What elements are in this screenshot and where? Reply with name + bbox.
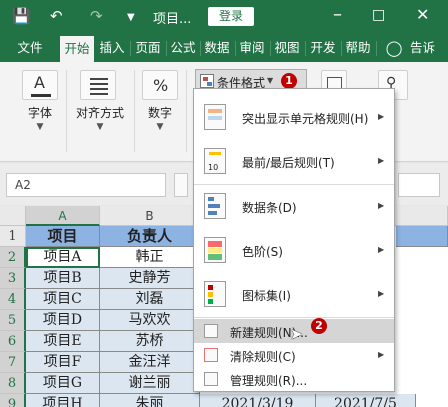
tab-help[interactable]: 帮助	[343, 34, 373, 62]
cell-b6[interactable]: 苏桥	[100, 331, 200, 352]
formula-dots-icon[interactable]	[174, 173, 188, 197]
menu-item-data-bars[interactable]: 数据条(D) ▶	[194, 186, 394, 228]
tab-developer[interactable]: 开发	[307, 34, 339, 62]
submenu-arrow-icon: ▶	[378, 201, 385, 210]
number-group-label: 数字	[147, 106, 172, 120]
tab-file[interactable]: 文件	[12, 34, 48, 62]
tab-home[interactable]: 开始	[60, 34, 94, 62]
cell-b3[interactable]: 史静芳	[100, 268, 200, 289]
font-icon[interactable]: A	[22, 70, 58, 100]
menu-item-color-scales[interactable]: 色阶(S) ▶	[194, 230, 394, 272]
submenu-arrow-icon: ▶	[378, 289, 385, 298]
clear-rules-icon	[204, 348, 218, 362]
save-icon[interactable]: 💾	[12, 7, 31, 25]
row-header-4[interactable]: 4	[0, 289, 26, 310]
manage-rules-icon	[204, 372, 218, 386]
number-caret-icon[interactable]: ▼	[140, 122, 180, 132]
font-caret-icon[interactable]: ▼	[20, 122, 60, 132]
cell-b5[interactable]: 马欢欢	[100, 310, 200, 331]
percent-icon[interactable]: %	[142, 70, 178, 100]
menu-item-manage-rules[interactable]: 管理规则(R)...	[194, 367, 394, 391]
column-header-b[interactable]: B	[100, 206, 200, 226]
row-header-5[interactable]: 5	[0, 310, 26, 331]
conditional-format-icon	[200, 74, 214, 88]
conditional-format-caret-icon: ▼	[267, 76, 274, 85]
tab-formulas[interactable]: 公式	[168, 34, 198, 62]
menu-item-highlight-rules[interactable]: 突出显示单元格规则(H) ▶	[194, 97, 394, 139]
cell-a3[interactable]: 项目B	[26, 268, 100, 289]
align-caret-icon[interactable]: ▼	[70, 122, 130, 132]
title-bar: 💾 ↶ ↷ ▼ 项目... 登录 – □ ✕	[0, 0, 448, 34]
cell-a5[interactable]: 项目D	[26, 310, 100, 331]
tab-data[interactable]: 数据	[202, 34, 232, 62]
menu-item-icon-sets[interactable]: 图标集(I) ▶	[194, 274, 394, 316]
submenu-arrow-icon: ▶	[378, 112, 385, 121]
submenu-arrow-icon: ▶	[378, 245, 385, 254]
maximize-icon[interactable]: □	[372, 7, 385, 23]
undo-icon[interactable]: ↶	[50, 7, 63, 25]
cell-b9[interactable]: 朱丽	[100, 394, 200, 407]
name-box-value: A2	[15, 178, 31, 192]
row-header-3[interactable]: 3	[0, 268, 26, 289]
quick-access-more-icon[interactable]: ▼	[127, 12, 135, 23]
row-header-6[interactable]: 6	[0, 331, 26, 352]
row-header-7[interactable]: 7	[0, 352, 26, 373]
tab-page-layout[interactable]: 页面	[132, 34, 164, 62]
row-header-8[interactable]: 8	[0, 373, 26, 394]
cell-a1[interactable]: 项目	[26, 226, 100, 247]
login-button[interactable]: 登录	[208, 7, 254, 26]
cell-b2[interactable]: 韩正	[100, 247, 200, 268]
row-header-2[interactable]: 2	[0, 247, 26, 268]
column-header-a[interactable]: A	[26, 206, 100, 226]
color-scales-icon	[204, 237, 226, 263]
submenu-arrow-icon: ▶	[378, 350, 385, 359]
cell-a2[interactable]: 项目A	[26, 247, 100, 268]
cell-a7[interactable]: 项目F	[26, 352, 100, 373]
cell-a4[interactable]: 项目C	[26, 289, 100, 310]
formula-input[interactable]	[398, 173, 440, 197]
icon-sets-icon	[204, 281, 226, 307]
cell-b8[interactable]: 谢兰丽	[100, 373, 200, 394]
name-box[interactable]: A2	[6, 173, 166, 197]
align-icon[interactable]	[80, 70, 116, 100]
close-icon[interactable]: ✕	[416, 5, 429, 24]
tab-tell-me[interactable]: 告诉	[410, 34, 448, 62]
tab-insert[interactable]: 插入	[97, 34, 127, 62]
ribbon-tabs: 文件 开始 插入 页面 公式 数据 审阅 视图 开发 帮助 ◯ 告诉	[0, 34, 448, 62]
window-title: 项目...	[153, 12, 192, 27]
cell-c9[interactable]: 2021/3/19	[200, 394, 316, 407]
cell-a8[interactable]: 项目G	[26, 373, 100, 394]
select-all-corner[interactable]	[0, 206, 26, 226]
tab-review[interactable]: 审阅	[237, 34, 267, 62]
cell-b1[interactable]: 负责人	[100, 226, 200, 247]
new-rule-icon	[204, 324, 218, 338]
redo-icon[interactable]: ↷	[90, 7, 103, 25]
cell-a9[interactable]: 项目H	[26, 394, 100, 407]
cell-a6[interactable]: 项目E	[26, 331, 100, 352]
highlight-rules-icon	[204, 104, 226, 130]
submenu-arrow-icon: ▶	[378, 156, 385, 165]
menu-item-top-bottom-rules[interactable]: 10 最前/最后规则(T) ▶	[194, 141, 394, 183]
row-header-9[interactable]: 9	[0, 394, 26, 407]
lightbulb-icon[interactable]: ◯	[385, 34, 403, 62]
cell-b7[interactable]: 金汪洋	[100, 352, 200, 373]
menu-item-clear-rules[interactable]: 清除规则(C) ▶	[194, 343, 394, 367]
align-group-label: 对齐方式	[75, 106, 124, 120]
cell-header-right[interactable]	[396, 226, 448, 247]
tab-view[interactable]: 视图	[272, 34, 302, 62]
minimize-icon[interactable]: –	[333, 4, 342, 25]
conditional-format-menu: 突出显示单元格规则(H) ▶ 10 最前/最后规则(T) ▶ 数据条(D) ▶ …	[193, 88, 395, 392]
cell-b4[interactable]: 刘磊	[100, 289, 200, 310]
top-bottom-rules-icon: 10	[204, 148, 226, 174]
data-bars-icon	[204, 193, 226, 219]
mouse-pointer-icon: ➤	[290, 325, 303, 343]
font-group-label: 字体	[27, 106, 52, 120]
step-badge-2: 2	[311, 318, 327, 334]
row-header-1[interactable]: 1	[0, 226, 26, 247]
cell-d9[interactable]: 2021/7/5	[316, 394, 416, 407]
step-badge-1: 1	[281, 73, 297, 89]
